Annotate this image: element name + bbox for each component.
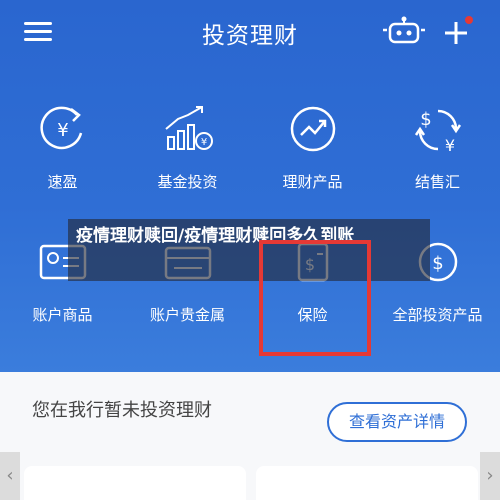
menu-item-wealth-products[interactable]: 理财产品 — [250, 103, 375, 192]
menu-item-fund[interactable]: ¥ 基金投资 — [125, 103, 250, 192]
product-card-right[interactable] — [256, 466, 478, 500]
product-card-left[interactable] — [24, 466, 246, 500]
trend-icon — [290, 106, 335, 152]
svg-text:¥: ¥ — [444, 136, 454, 155]
fund-chart-icon: ¥ — [164, 106, 213, 150]
view-asset-details-button[interactable]: 查看资产详情 — [327, 402, 467, 442]
plus-icon[interactable] — [442, 14, 474, 46]
robot-icon[interactable] — [381, 16, 427, 46]
svg-text:¥: ¥ — [57, 120, 68, 141]
yuan-cycle-icon: ¥ — [39, 106, 82, 150]
highlight-box — [259, 240, 371, 356]
svg-text:$: $ — [432, 253, 443, 274]
menu-item-suying[interactable]: ¥ 速盈 — [0, 103, 125, 192]
currency-exchange-icon: $ ¥ — [414, 109, 461, 155]
svg-text:$: $ — [420, 109, 431, 130]
top-bar: 投资理财 — [0, 0, 500, 64]
svg-text:¥: ¥ — [200, 137, 206, 148]
scroll-left-icon[interactable]: ‹ — [0, 452, 20, 500]
menu-item-forex[interactable]: $ ¥ 结售汇 — [375, 103, 500, 192]
no-investment-message: 您在我行暂未投资理财 — [32, 400, 212, 421]
scroll-right-icon[interactable]: › — [480, 452, 500, 500]
